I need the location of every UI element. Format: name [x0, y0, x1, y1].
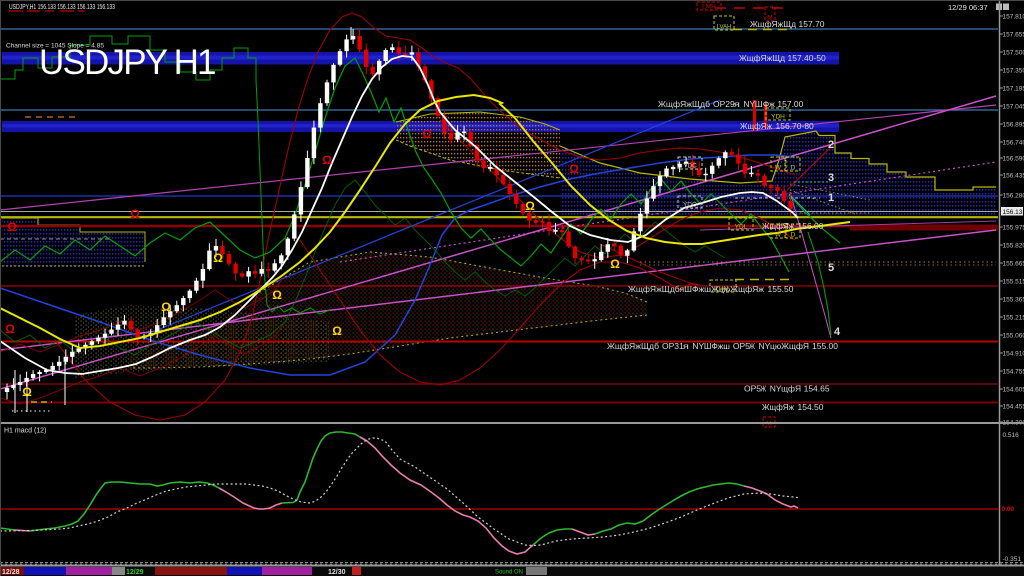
svg-text:ЖщфЯж: ЖщфЯж	[740, 121, 772, 131]
svg-text:ШФжш: ШФжш	[704, 341, 730, 351]
svg-text:Ω: Ω	[322, 153, 332, 167]
svg-text:Ω: Ω	[161, 300, 171, 314]
svg-text:Sound ON: Sound ON	[495, 570, 523, 576]
svg-text:157.195: 157.195	[1003, 85, 1024, 92]
svg-text:155.365: 155.365	[1003, 296, 1024, 303]
svg-text:154.605: 154.605	[1003, 386, 1024, 393]
svg-text:157.40-50: 157.40-50	[788, 53, 827, 63]
svg-text:0.00: 0.00	[1002, 506, 1015, 513]
svg-text:156.740: 156.740	[1003, 139, 1024, 146]
svg-text:0.516: 0.516	[1003, 432, 1020, 439]
svg-text:154.455: 154.455	[1003, 403, 1024, 410]
svg-text:155.50: 155.50	[768, 284, 794, 294]
svg-text:H1 macd (12): H1 macd (12)	[4, 428, 46, 435]
svg-text:1: 1	[828, 192, 834, 204]
svg-text:Ж: Ж	[760, 384, 766, 394]
svg-text:Ω: Ω	[610, 257, 620, 271]
svg-text:Ω: Ω	[5, 322, 15, 336]
svg-text:Ω: Ω	[525, 199, 535, 213]
svg-text:157.655: 157.655	[1003, 31, 1024, 38]
svg-text:ЖщфЯжЩд: ЖщфЯжЩд	[750, 19, 796, 29]
svg-text:YDO: YDO	[683, 202, 697, 209]
svg-text:12/30: 12/30	[328, 569, 346, 576]
svg-text:Ω: Ω	[569, 162, 579, 176]
svg-text:Ж: Ж	[749, 341, 755, 351]
svg-text:ЖщфЯжЩд: ЖщфЯжЩд	[739, 53, 785, 63]
svg-text:4: 4	[834, 326, 841, 338]
svg-text:157.500: 157.500	[1003, 49, 1024, 56]
svg-text:OP5: OP5	[744, 384, 761, 394]
svg-text:Ω: Ω	[130, 207, 140, 221]
svg-text:D: D	[791, 232, 796, 239]
svg-text:2: 2	[828, 139, 834, 151]
svg-text:W: W	[775, 232, 782, 239]
svg-text:156.70-80: 156.70-80	[776, 121, 815, 131]
svg-text:157.350: 157.350	[1003, 67, 1024, 74]
svg-text:3: 3	[828, 172, 834, 184]
svg-text:-0.351: -0.351	[1003, 556, 1022, 563]
svg-text:12/28: 12/28	[2, 569, 20, 576]
svg-text:12/29 06:37: 12/29 06:37	[948, 3, 988, 12]
svg-text:я: я	[734, 99, 741, 109]
svg-text:5: 5	[828, 262, 834, 274]
svg-text:ЖщфЯж: ЖщфЯж	[762, 221, 794, 231]
svg-text:YDH: YDH	[771, 114, 785, 121]
svg-text:LVAH: LVAH	[717, 25, 732, 31]
svg-text:я: я	[683, 341, 690, 351]
svg-text:W: W	[775, 165, 782, 172]
svg-text:154.50: 154.50	[798, 402, 824, 412]
svg-text:NY: NY	[743, 99, 755, 109]
svg-text:Ω: Ω	[272, 288, 282, 302]
svg-text:щфЯ: щфЯ	[781, 384, 801, 394]
svg-text:OP5: OP5	[733, 341, 750, 351]
svg-text:155.820: 155.820	[1003, 242, 1024, 249]
svg-text:156.00: 156.00	[798, 221, 824, 231]
svg-text:NY: NY	[770, 384, 782, 394]
svg-text:156.280: 156.280	[1003, 192, 1024, 199]
svg-text:USDJPY,H1 156.133 156.133 156: USDJPY,H1 156.133 156.133 156.133 156.13…	[9, 4, 115, 11]
svg-text:155.060: 155.060	[1003, 332, 1024, 339]
svg-text:ЖщфЯжЩдб: ЖщфЯжЩдб	[658, 99, 710, 109]
svg-text:NY: NY	[759, 341, 771, 351]
svg-text:154.65: 154.65	[804, 384, 830, 394]
svg-text:NY: NY	[692, 341, 704, 351]
svg-text:цюЖщфЯ: цюЖщфЯ	[770, 341, 809, 351]
svg-text:155.00: 155.00	[812, 341, 838, 351]
svg-text:USDJPY H1: USDJPY H1	[39, 43, 215, 82]
svg-text:156.133: 156.133	[1003, 209, 1024, 216]
svg-text:Ω: Ω	[332, 324, 342, 338]
svg-text:ШФж: ШФж	[755, 99, 775, 109]
svg-text:156.895: 156.895	[1003, 121, 1024, 128]
svg-text:OP31: OP31	[662, 341, 684, 351]
svg-text:ЖщфЯж: ЖщфЯж	[762, 402, 794, 412]
svg-text:Ω: Ω	[7, 220, 17, 234]
svg-text:155.975: 155.975	[1003, 224, 1024, 231]
svg-text:157.045: 157.045	[1003, 103, 1024, 110]
svg-text:156.435: 156.435	[1003, 172, 1024, 179]
svg-text:YDC: YDC	[683, 163, 697, 170]
svg-text:157.810: 157.810	[1003, 13, 1024, 20]
svg-text:155.515: 155.515	[1003, 278, 1024, 285]
svg-text:Ω: Ω	[213, 251, 223, 265]
svg-text:LMH: LMH	[702, 4, 716, 11]
svg-text:Ω: Ω	[22, 385, 32, 399]
svg-text:155.665: 155.665	[1003, 260, 1024, 267]
svg-text:YDL: YDL	[735, 224, 748, 231]
svg-text:157.00: 157.00	[777, 99, 803, 109]
svg-text:154.755: 154.755	[1003, 368, 1024, 375]
svg-text:157.70: 157.70	[799, 19, 825, 29]
svg-text:ЖщфЯжЩдбяШФжшЖцюЖщфЯж: ЖщфЯжЩдбяШФжшЖцюЖщфЯж	[628, 284, 764, 294]
svg-text:156.590: 156.590	[1003, 155, 1024, 162]
svg-text:Ω: Ω	[422, 127, 432, 141]
svg-text:155.215: 155.215	[1003, 314, 1024, 321]
svg-text:154.910: 154.910	[1003, 350, 1024, 357]
svg-text:ЖщфЯжЩдб: ЖщфЯжЩдб	[607, 341, 659, 351]
svg-text:D: D	[791, 165, 796, 172]
svg-text:12/29: 12/29	[126, 569, 144, 576]
svg-text:OP29: OP29	[713, 99, 735, 109]
